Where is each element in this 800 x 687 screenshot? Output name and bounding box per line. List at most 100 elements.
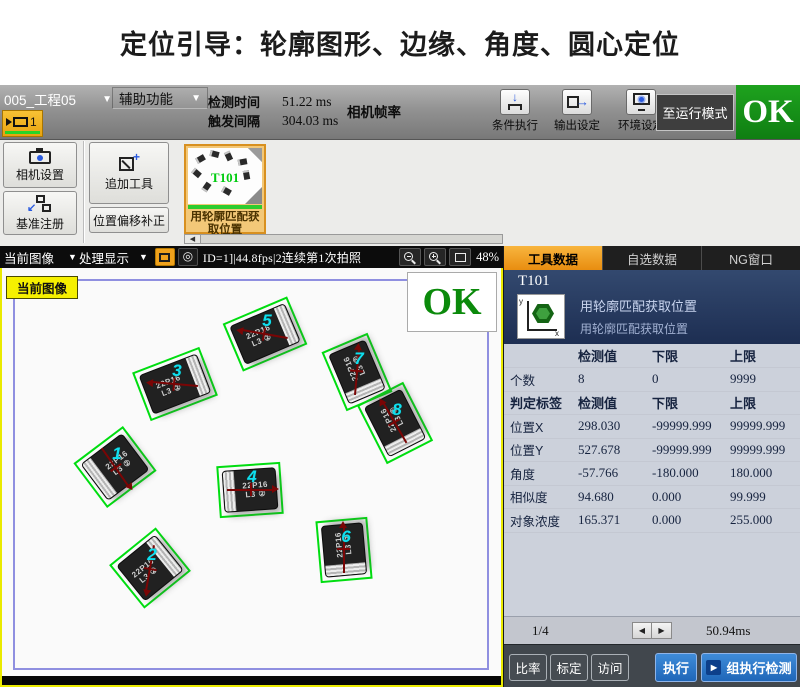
chevron-down-icon[interactable]: ▼ <box>139 252 148 262</box>
current-image-dropdown[interactable]: 当前图像 <box>4 248 54 267</box>
row-value: -57.766 <box>578 465 652 481</box>
live-view-button[interactable]: ◎ <box>178 248 198 266</box>
table-row[interactable]: 对象浓度165.3710.000255.000 <box>504 509 800 533</box>
row-label: 位置X <box>510 417 578 436</box>
tab-tool-data[interactable]: 工具数据 <box>504 246 603 270</box>
table-row[interactable]: 相似度94.6800.00099.999 <box>504 486 800 510</box>
pagination-bar: 1/4 ◀ ▶ 50.94ms <box>504 616 800 644</box>
row-label: 个数 <box>510 370 578 389</box>
condition-exec-label: 条件执行 <box>486 117 544 133</box>
add-tool-label: 追加工具 <box>105 175 153 192</box>
table-row[interactable]: 个数809999 <box>504 368 800 392</box>
ratio-button[interactable]: 比率 <box>509 654 547 681</box>
contour-match-tool-icon: yx <box>517 294 565 339</box>
header-cell: 上限 <box>730 346 800 365</box>
component-index-label: 8 <box>392 400 401 420</box>
row-value: 99999.999 <box>730 442 800 458</box>
group-execute-label: 组执行检测 <box>726 658 791 677</box>
detect-time-value: 51.22 ms <box>282 94 332 110</box>
output-setting-button[interactable]: → 输出设定 <box>548 89 606 133</box>
next-page-button[interactable]: ▶ <box>652 622 672 639</box>
row-label: 相似度 <box>510 487 578 506</box>
capture-status-text: ID=1]|44.8fps|2连续第1次拍照 <box>203 249 396 266</box>
component-index-label: 3 <box>172 361 181 381</box>
divider <box>83 141 84 243</box>
execute-button[interactable]: 执行 <box>655 653 697 682</box>
zoom-out-button[interactable] <box>399 248 421 266</box>
scroll-left-arrow-icon[interactable]: ◀ <box>185 235 201 243</box>
add-tool-button[interactable]: + 追加工具 <box>89 142 169 204</box>
row-value: -180.000 <box>652 465 730 481</box>
aux-function-menu[interactable]: 辅助功能 ▼ <box>112 87 208 109</box>
tab-ng-window[interactable]: NG窗口 <box>702 246 800 270</box>
trigger-interval-label: 触发间隔 <box>208 111 282 130</box>
run-mode-button[interactable]: 至运行模式 <box>656 94 734 131</box>
camera-setting-button[interactable]: 相机设置 <box>3 142 77 188</box>
access-button[interactable]: 访问 <box>591 654 629 681</box>
project-selector[interactable]: 005_工程05 ▼ <box>4 89 112 109</box>
row-value: 检测值 <box>578 393 652 412</box>
table-row[interactable]: 角度-57.766-180.000180.000 <box>504 462 800 486</box>
tool-table-rows: 个数809999判定标签检测值下限上限位置X298.030-99999.9999… <box>504 368 800 533</box>
header-cell: 下限 <box>652 346 730 365</box>
top-toolbar: 005_工程05 ▼ 辅助功能 ▼ 1 检测时间 51.22 ms 触发间隔 3… <box>0 85 800 140</box>
thumbnail-chip <box>238 158 248 165</box>
current-image-tab: 当前图像 <box>6 276 78 299</box>
tool-card-t101[interactable]: T101 用轮廓匹配获 取位置 <box>184 144 266 234</box>
row-value: 8 <box>578 371 652 387</box>
row-value: 0 <box>652 371 730 387</box>
zoom-percent: 48% <box>476 250 499 265</box>
condition-exec-button[interactable]: ↓ 条件执行 <box>486 89 544 133</box>
row-label: 对象浓度 <box>510 511 578 530</box>
process-time: 50.94ms <box>706 623 750 639</box>
row-label: 判定标签 <box>510 393 578 412</box>
row-value: 99999.999 <box>730 418 800 434</box>
angle-arrow <box>227 489 273 491</box>
thumbnail-chip <box>209 150 219 158</box>
tool-description-2: 用轮廓匹配获取位置 <box>580 320 688 337</box>
tool-id-overlay: T101 <box>188 170 262 186</box>
tool-strip-scrollbar[interactable]: ◀ <box>184 234 503 244</box>
output-setting-label: 输出设定 <box>548 117 606 133</box>
camera-icon <box>28 148 52 164</box>
chevron-down-icon: ▼ <box>191 93 201 104</box>
camera-icon <box>13 117 28 127</box>
timing-readout: 检测时间 51.22 ms 触发间隔 304.03 ms <box>208 92 338 130</box>
camera-trigger-badge[interactable]: 1 <box>2 110 43 137</box>
calibration-button[interactable]: 标定 <box>550 654 588 681</box>
tab-custom-data[interactable]: 自选数据 <box>603 246 702 270</box>
row-value: -99999.999 <box>652 442 730 458</box>
row-value: 0.000 <box>652 512 730 528</box>
base-register-button[interactable]: ↙ 基准注册 <box>3 191 77 235</box>
thumbnail-chip <box>221 186 232 196</box>
row-value: 上限 <box>730 393 800 412</box>
roi-region-tool-button[interactable] <box>155 248 175 266</box>
row-value: 下限 <box>652 393 730 412</box>
thumbnail-chip <box>224 151 233 162</box>
table-row[interactable]: 位置X298.030-99999.99999999.999 <box>504 415 800 439</box>
group-execute-button[interactable]: ▶ 组执行检测 <box>701 653 797 682</box>
judge-result-badge: OK <box>407 272 497 332</box>
camera-icon <box>6 118 12 126</box>
chevron-down-icon[interactable]: ▼ <box>68 252 77 262</box>
project-name: 005_工程05 <box>4 89 76 109</box>
process-display-dropdown[interactable]: 处理显示 <box>79 248 129 267</box>
condition-exec-icon: ↓ <box>500 89 530 115</box>
roi-icon <box>159 253 170 262</box>
table-row[interactable]: 判定标签检测值下限上限 <box>504 392 800 416</box>
camera-setting-label: 相机设置 <box>16 166 64 183</box>
add-tool-icon: + <box>118 154 140 172</box>
camera-fps-label: 相机帧率 <box>347 101 401 121</box>
zoom-in-button[interactable] <box>424 248 446 266</box>
row-value: 180.000 <box>730 465 800 481</box>
tool-description-1: 用轮廓匹配获取位置 <box>580 296 697 315</box>
component-index-label: 4 <box>247 467 256 487</box>
offset-correction-button[interactable]: 位置偏移补正 <box>89 207 169 233</box>
tool-row: 相机设置 ↙ 基准注册 + 追加工具 位置偏移补正 T101 <box>0 140 800 246</box>
fit-view-button[interactable] <box>449 248 471 266</box>
table-row[interactable]: 位置Y527.678-99999.99999999.999 <box>504 439 800 463</box>
app-window: 定位引导：轮廓图形、边缘、角度、圆心定位 005_工程05 ▼ 辅助功能 ▼ 1… <box>0 0 800 687</box>
prev-page-button[interactable]: ◀ <box>632 622 652 639</box>
offset-correction-label: 位置偏移补正 <box>93 212 165 229</box>
image-view-toolbar: 当前图像 ▼ 处理显示 ▼ ◎ ID=1]|44.8fps|2连续第1次拍照 4… <box>0 246 503 268</box>
